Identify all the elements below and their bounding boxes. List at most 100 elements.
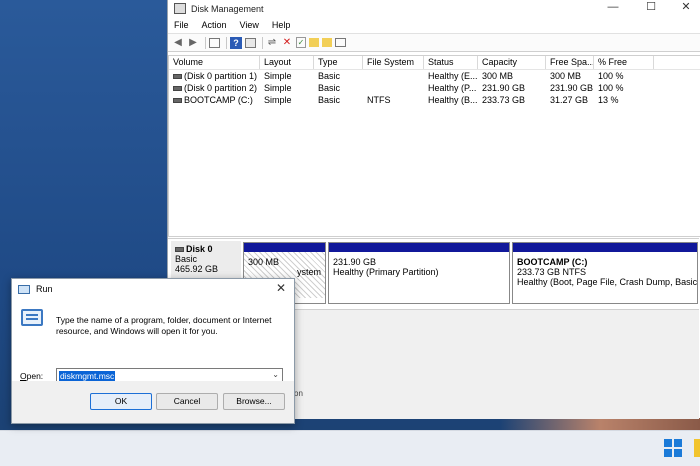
disk-icon (175, 247, 184, 253)
run-title: Run (36, 284, 53, 294)
folder-up-icon[interactable] (309, 38, 319, 47)
partition-size: 231.90 GB (333, 257, 377, 267)
cell-status: Healthy (E... (428, 71, 478, 81)
col-free-space[interactable]: Free Spa... (546, 56, 594, 69)
menu-bar: File Action View Help (168, 17, 700, 33)
run-description: Type the name of a program, folder, docu… (56, 315, 272, 336)
run-title-bar[interactable]: Run ✕ (12, 279, 294, 299)
cell-capacity: 231.90 GB (482, 83, 526, 93)
col-file-system[interactable]: File System (363, 56, 424, 69)
table-row[interactable]: (Disk 0 partition 1) Simple Basic Health… (169, 70, 700, 82)
partition-bar (244, 243, 325, 252)
partition-status: Healthy (Boot, Page File, Crash Dump, Ba… (517, 277, 697, 287)
folder-search-icon[interactable] (322, 38, 332, 47)
chevron-down-icon[interactable]: ⌄ (272, 370, 279, 379)
col-capacity[interactable]: Capacity (478, 56, 546, 69)
file-explorer-taskbar-icon[interactable] (694, 439, 700, 457)
cancel-button[interactable]: Cancel (156, 393, 218, 410)
disk-name: Disk 0 (186, 244, 213, 254)
table-row[interactable]: BOOTCAMP (C:) Simple Basic NTFS Healthy … (169, 94, 700, 106)
open-input-value[interactable]: diskmgmt.msc (59, 371, 116, 381)
drive-icon (173, 98, 182, 104)
run-footer: OK Cancel Browse... (12, 381, 294, 423)
cell-layout: Simple (264, 83, 292, 93)
partition-2-info: 231.90 GB Healthy (Primary Partition) (329, 252, 509, 282)
back-arrow-icon[interactable]: ◀ (172, 37, 184, 49)
windows-start-icon[interactable] (664, 439, 682, 457)
menu-action[interactable]: Action (202, 20, 227, 30)
minimize-button[interactable]: — (595, 0, 631, 17)
partition-bar (513, 243, 697, 252)
volume-list: Volume Layout Type File System Status Ca… (168, 55, 700, 237)
partition-3-info: BOOTCAMP (C:) 233.73 GB NTFS Healthy (Bo… (513, 252, 697, 292)
open-label-text: pen: (26, 371, 44, 381)
partition-status: ystem (296, 267, 321, 277)
toolbar-separator (205, 36, 206, 49)
drive-icon (173, 74, 182, 80)
menu-view[interactable]: View (240, 20, 259, 30)
run-dialog: Run ✕ Type the name of a program, folder… (11, 278, 295, 424)
cell-capacity: 300 MB (482, 71, 514, 81)
cell-type: Basic (318, 83, 341, 93)
cell-type: Basic (318, 95, 341, 105)
properties-icon[interactable] (335, 38, 346, 47)
cell-file-system (363, 70, 424, 82)
check-icon[interactable]: ✓ (296, 37, 306, 48)
close-button[interactable]: ✕ (668, 0, 700, 17)
partition-2-block[interactable]: 231.90 GB Healthy (Primary Partition) (328, 242, 510, 304)
cell-capacity: 233.73 GB (482, 95, 526, 105)
partition-size: 300 MB (248, 257, 280, 267)
cell-free-space: 300 MB (550, 71, 582, 81)
toolbar-separator (226, 36, 227, 49)
disk-size: 465.92 GB (175, 264, 219, 274)
cell-percent-free: 100 % (598, 83, 624, 93)
title-bar[interactable]: Disk Management — ☐ ✕ (168, 0, 700, 17)
cell-status: Healthy (B... (428, 95, 478, 105)
table-row[interactable]: (Disk 0 partition 2) Simple Basic Health… (169, 82, 700, 94)
col-type[interactable]: Type (314, 56, 363, 69)
open-label: Open: (20, 371, 43, 381)
forward-arrow-icon[interactable]: ▶ (187, 37, 199, 49)
connect-icon[interactable]: ⇌ (266, 37, 278, 49)
partition-size: 233.73 GB NTFS (517, 267, 587, 277)
open-label-access-key: O (20, 371, 27, 381)
toolbar-separator (262, 36, 263, 49)
cell-percent-free: 13 % (598, 95, 619, 105)
disk-type: Basic (175, 254, 198, 264)
cell-free-space: 231.90 GB (550, 83, 594, 93)
console-icon[interactable] (245, 37, 256, 48)
col-volume[interactable]: Volume (169, 56, 260, 69)
partition-status: Healthy (Primary Partition) (333, 267, 439, 277)
cell-volume: (Disk 0 partition 1) (169, 70, 260, 82)
run-body: Type the name of a program, folder, docu… (12, 299, 294, 383)
help-icon[interactable]: ? (230, 36, 242, 49)
col-status[interactable]: Status (424, 56, 478, 69)
maximize-button[interactable]: ☐ (633, 0, 669, 17)
list-view-icon[interactable] (209, 37, 220, 48)
cell-volume: BOOTCAMP (C:) (169, 94, 260, 106)
cell-type: Basic (318, 71, 341, 81)
cell-layout: Simple (264, 95, 292, 105)
run-icon (21, 309, 43, 326)
volume-name: (Disk 0 partition 1) (184, 71, 258, 81)
col-layout[interactable]: Layout (260, 56, 314, 69)
volume-list-header: Volume Layout Type File System Status Ca… (169, 56, 700, 70)
partition-title: BOOTCAMP (C:) (517, 257, 588, 267)
run-close-button[interactable]: ✕ (268, 279, 294, 299)
cell-volume: (Disk 0 partition 2) (169, 82, 260, 94)
menu-file[interactable]: File (174, 20, 189, 30)
menu-help[interactable]: Help (272, 20, 291, 30)
partition-bootcamp-block[interactable]: BOOTCAMP (C:) 233.73 GB NTFS Healthy (Bo… (512, 242, 698, 304)
col-percent-free[interactable]: % Free (594, 56, 654, 69)
drive-icon (173, 86, 182, 92)
window-title: Disk Management (191, 3, 264, 14)
browse-button[interactable]: Browse... (223, 393, 285, 410)
run-app-icon (18, 284, 30, 294)
partition-bar (329, 243, 509, 252)
cell-percent-free: 100 % (598, 71, 624, 81)
delete-icon[interactable]: ✕ (281, 37, 293, 49)
volume-name: (Disk 0 partition 2) (184, 83, 258, 93)
cell-file-system: NTFS (367, 95, 391, 105)
cell-layout: Simple (264, 71, 292, 81)
ok-button[interactable]: OK (90, 393, 152, 410)
